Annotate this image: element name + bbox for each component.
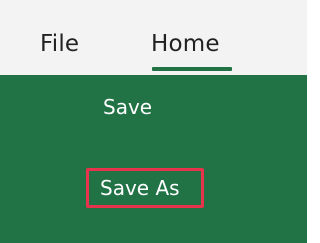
ribbon-tab-bar: File Home [0,0,307,75]
tab-file[interactable]: File [40,30,79,58]
menu-item-save-as[interactable]: Save As [86,168,204,208]
tab-home[interactable]: Home [151,30,220,58]
active-tab-indicator [152,67,232,71]
app-window: File Home Save Save As [0,0,307,243]
menu-item-save[interactable]: Save [103,95,152,119]
file-menu-panel: Save Save As [0,75,307,243]
